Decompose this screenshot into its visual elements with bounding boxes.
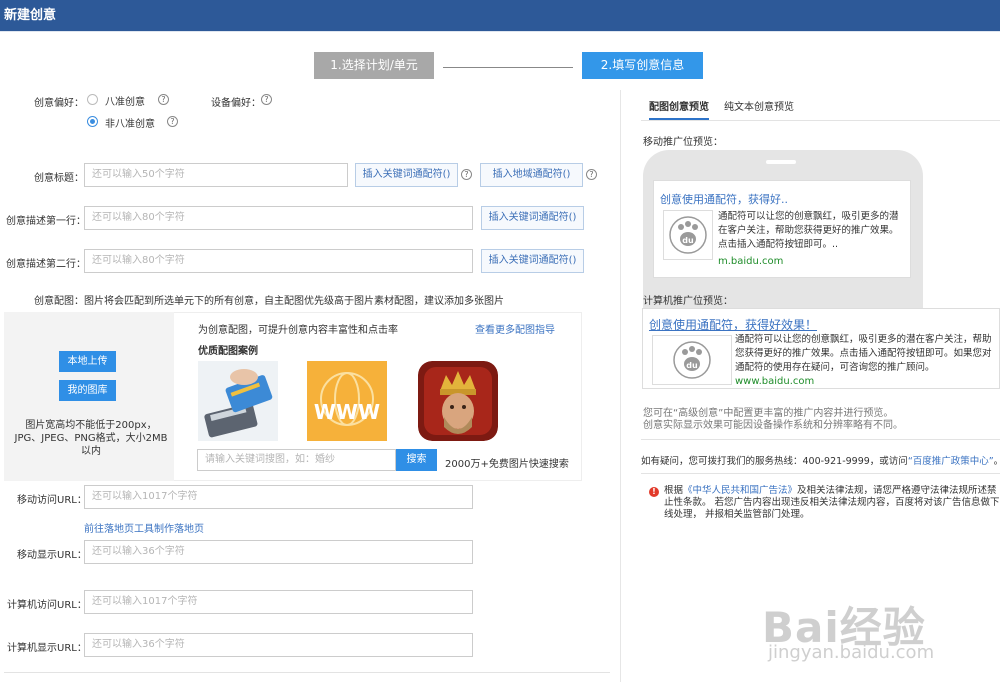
- case-image-www: WWW: [307, 361, 387, 441]
- radio-bazhun[interactable]: [87, 94, 98, 105]
- display-variance-note: 创意实际显示效果可能因设备操作系统和分辨率略有不同。: [643, 420, 903, 431]
- landing-page-tool-link[interactable]: 前往落地页工具制作落地页: [84, 520, 204, 535]
- svg-text:du: du: [686, 361, 698, 370]
- image-search-note: 2000万+免费图片快速搜索: [445, 459, 569, 470]
- tab-image-preview[interactable]: 配图创意预览: [649, 98, 709, 113]
- creative-title-label: 创意标题：: [34, 173, 84, 184]
- case-image-card-payment: [198, 361, 278, 441]
- titlebar-divider: [0, 31, 1000, 32]
- baidu-paw-icon: du: [663, 210, 713, 260]
- radio-bazhun-label: 八准创意: [105, 97, 145, 108]
- new-creative-window: 新建创意 1.选择计划/单元 2.填写创意信息 创意偏好： 八准创意 ? 非八准…: [0, 0, 1000, 682]
- hotline-suffix: 。: [994, 456, 1000, 467]
- desc2-insert-keyword-button[interactable]: 插入关键词通配符(): [481, 249, 584, 273]
- my-gallery-button[interactable]: 我的图库: [59, 380, 116, 401]
- image-promo-text: 为创意配图，可提升创意内容丰富性和点击率: [198, 325, 398, 336]
- desc1-insert-keyword-button[interactable]: 插入关键词通配符(): [481, 206, 584, 230]
- mobile-ad-title[interactable]: 创意使用通配符，获得好..: [660, 191, 788, 207]
- help-icon[interactable]: ?: [261, 94, 272, 105]
- warning-icon: !: [649, 487, 659, 497]
- phone-speaker: [766, 160, 796, 164]
- pc-display-url-input[interactable]: 还可以输入36个字符: [84, 633, 473, 657]
- creative-title-input[interactable]: 还可以输入50个字符: [84, 163, 348, 187]
- desc-line1-label: 创意描述第一行：: [6, 216, 86, 227]
- image-config-note: 图片将会匹配到所选单元下的所有创意，自主配图优先级高于图片素材配图，建议添加多张…: [84, 296, 504, 307]
- hotline-divider: [641, 473, 1000, 474]
- step-1-select-plan[interactable]: 1.选择计划/单元: [314, 52, 434, 79]
- mobile-ad-desc: 通配符可以让您的创意飘红，吸引更多的潜在客户关注，帮助您获得更好的推广效果。点击…: [718, 211, 899, 250]
- svg-text:WWW: WWW: [314, 400, 380, 424]
- mobile-preview-label: 移动推广位预览：: [643, 137, 723, 148]
- watermark-url: jingyan.baidu.com: [768, 642, 935, 663]
- baidu-paw-icon: du: [652, 335, 732, 385]
- help-icon[interactable]: ?: [167, 116, 178, 127]
- desc-line2-label: 创意描述第二行：: [6, 259, 86, 270]
- pc-display-url-label: 计算机显示URL：: [7, 643, 87, 654]
- legal-text-1: 根据: [664, 485, 684, 496]
- insert-region-button[interactable]: 插入地域通配符(): [480, 163, 583, 187]
- window-title: 新建创意: [0, 0, 1000, 31]
- pc-url-input[interactable]: 还可以输入1017个字符: [84, 590, 473, 614]
- pc-ad-url: www.baidu.com: [735, 376, 815, 387]
- form-bottom-divider: [4, 672, 610, 673]
- mobile-url-label: 移动访问URL：: [17, 495, 87, 506]
- desc-line2-input[interactable]: 还可以输入80个字符: [84, 249, 473, 273]
- mobile-url-input[interactable]: 还可以输入1017个字符: [84, 485, 473, 509]
- pc-ad-desc: 通配符可以让您的创意飘红，吸引更多的潜在客户关注，帮助您获得更好的推广效果。点击…: [735, 334, 992, 373]
- image-config-label: 创意配图：: [34, 296, 84, 307]
- image-search-button[interactable]: 搜索: [396, 449, 437, 471]
- policy-center-link[interactable]: “百度推广政策中心”: [908, 456, 994, 467]
- tab-text-preview[interactable]: 纯文本创意预览: [724, 98, 794, 113]
- tab-baseline: [641, 120, 1000, 121]
- image-spec-text: 图片宽高均不能低于200px，JPG、JPEG、PNG格式，大小2MB以内: [14, 420, 168, 457]
- more-guidance-link[interactable]: 查看更多配图指导: [475, 321, 555, 336]
- image-search-input[interactable]: 请输入关键词搜图，如：婚纱: [197, 449, 396, 471]
- insert-keyword-button[interactable]: 插入关键词通配符(): [355, 163, 458, 187]
- help-icon[interactable]: ?: [586, 169, 597, 180]
- desc-line1-input[interactable]: 还可以输入80个字符: [84, 206, 473, 230]
- image-cases-title: 优质配图案例: [198, 346, 258, 357]
- ad-law-link[interactable]: 《中华人民共和国广告法》: [683, 485, 797, 496]
- creative-preference-label: 创意偏好：: [34, 98, 84, 109]
- help-icon[interactable]: ?: [461, 169, 472, 180]
- hotline-prefix: 如有疑问，您可拨打我们的服务热线：400-921-9999，或访问: [641, 456, 908, 467]
- legal-notice: 根据《中华人民共和国广告法》及相关法律法规，请您严格遵守法律法规所述禁止性条款。…: [664, 485, 1000, 523]
- pane-divider: [620, 90, 621, 682]
- tab-active-underline: [649, 118, 709, 120]
- svg-text:du: du: [682, 236, 694, 245]
- pc-preview-label: 计算机推广位预览：: [643, 296, 733, 307]
- mobile-display-url-label: 移动显示URL：: [17, 550, 87, 561]
- mobile-ad-url: m.baidu.com: [718, 256, 784, 267]
- help-icon[interactable]: ?: [158, 94, 169, 105]
- preview-divider: [641, 439, 1000, 440]
- case-image-game-king: [418, 361, 498, 441]
- mobile-display-url-input[interactable]: 还可以输入36个字符: [84, 540, 473, 564]
- step-2-fill-info[interactable]: 2.填写创意信息: [582, 52, 703, 79]
- radio-non-bazhun[interactable]: [87, 116, 98, 127]
- radio-non-bazhun-label: 非八准创意: [105, 119, 155, 130]
- hotline-text: 如有疑问，您可拨打我们的服务热线：400-921-9999，或访问“百度推广政策…: [641, 453, 1000, 467]
- local-upload-button[interactable]: 本地上传: [59, 351, 116, 372]
- step-connector: [443, 67, 573, 68]
- pc-url-label: 计算机访问URL：: [7, 600, 87, 611]
- device-preference-label: 设备偏好：: [211, 98, 261, 109]
- pc-ad-title[interactable]: 创意使用通配符，获得好效果！: [649, 316, 817, 333]
